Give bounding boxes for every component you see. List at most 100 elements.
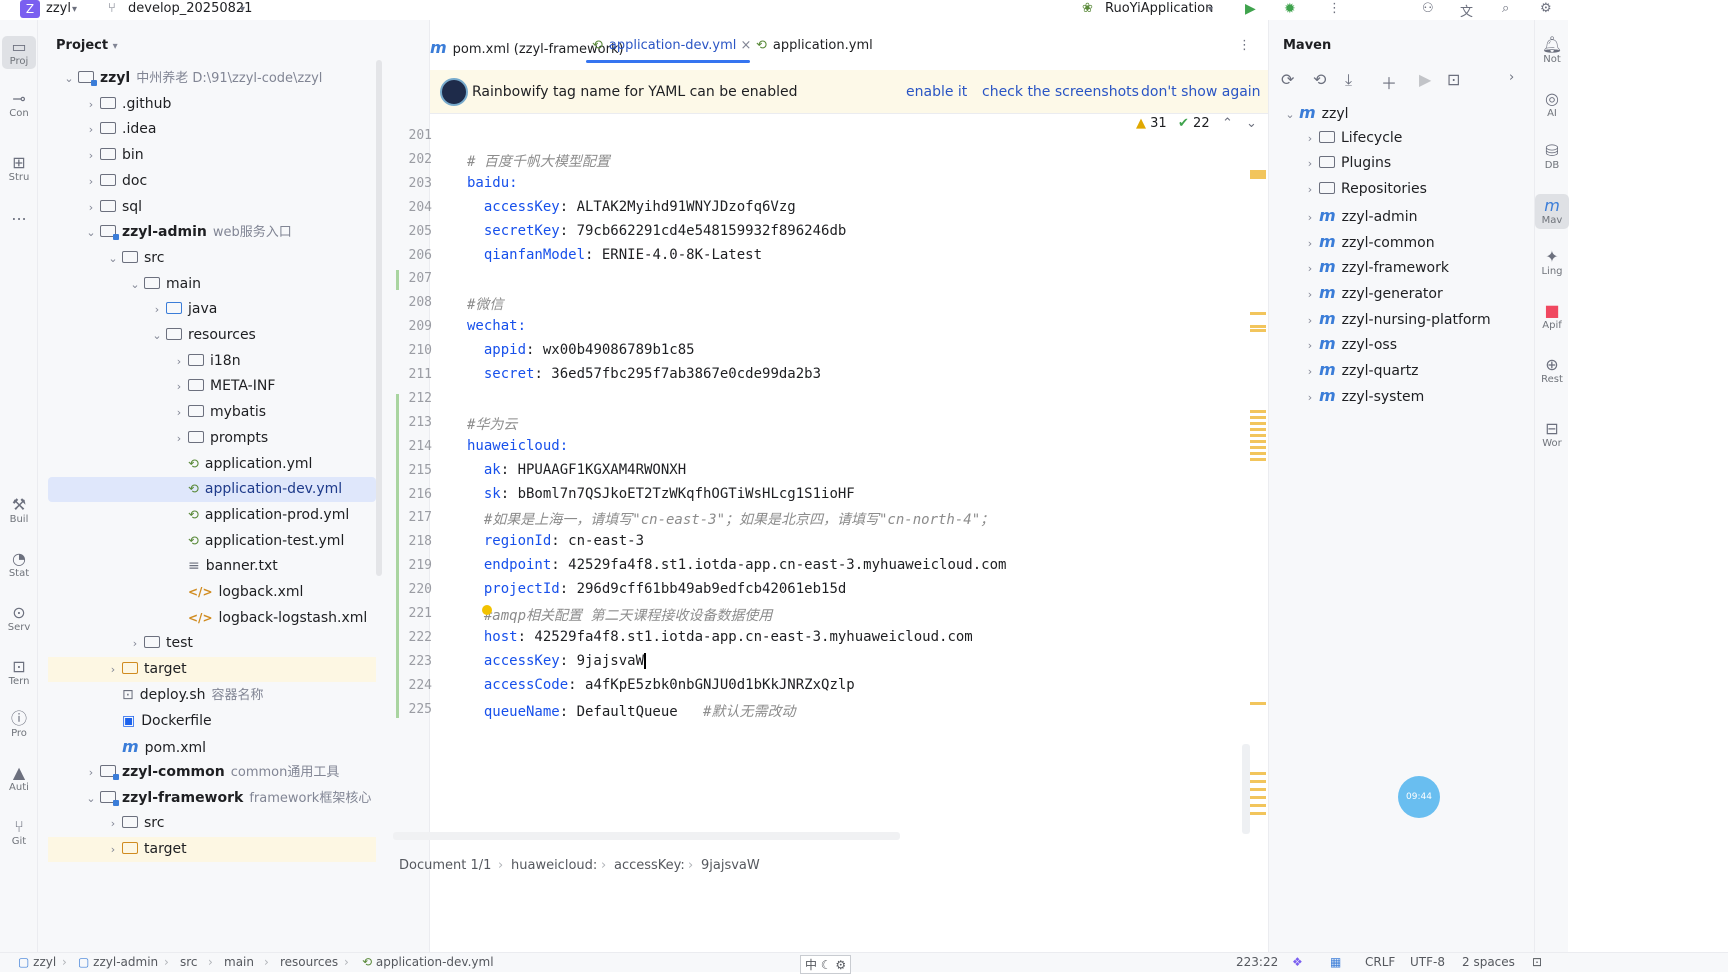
maven-tree-item[interactable]: › m zzyl-generator bbox=[1281, 280, 1443, 305]
indent-setting[interactable]: 2 spaces bbox=[1462, 955, 1515, 969]
chevron-right-icon[interactable]: › bbox=[104, 657, 122, 682]
tree-item[interactable]: ⌄ src bbox=[48, 246, 376, 271]
maven-tree-item[interactable]: ⌄ m zzyl bbox=[1281, 100, 1348, 127]
chevron-right-icon[interactable]: › bbox=[1301, 177, 1319, 202]
run-icon[interactable]: ▶ bbox=[1245, 1, 1256, 17]
ok-count[interactable]: ✔ 22 bbox=[1178, 116, 1210, 131]
scrollbar[interactable] bbox=[376, 60, 382, 576]
generate-sources-icon[interactable]: ⟲ bbox=[1313, 70, 1326, 89]
code-line[interactable]: #如果是上海一，请填写"cn-east-3"；如果是北京四，请填写"cn-nor… bbox=[467, 509, 994, 529]
chevron-down-icon[interactable]: ⌄ bbox=[1246, 116, 1257, 131]
tree-item[interactable]: › bin bbox=[48, 143, 376, 168]
warnings-count[interactable]: ▲ 31 bbox=[1136, 116, 1167, 131]
gear-icon[interactable]: ⚙ bbox=[1540, 1, 1552, 16]
project-name[interactable]: zzyl bbox=[46, 1, 71, 16]
code-line[interactable]: appid: wx00b49086789b1c85 bbox=[467, 342, 695, 358]
chevron-right-icon[interactable]: › bbox=[82, 760, 100, 785]
tree-item[interactable]: ⟲ application-prod.yml bbox=[48, 503, 376, 528]
status-path-4[interactable]: resources bbox=[280, 955, 338, 969]
tree-item[interactable]: › mybatis bbox=[48, 400, 376, 425]
chevron-down-icon[interactable]: ▾ bbox=[1208, 4, 1213, 15]
chevron-down-icon[interactable]: ⌄ bbox=[82, 220, 100, 245]
tree-item[interactable]: › .github bbox=[48, 92, 376, 117]
chevron-down-icon[interactable]: ▾ bbox=[72, 4, 77, 15]
chevron-down-icon[interactable]: ⌄ bbox=[1281, 102, 1299, 127]
tool-commit[interactable]: ⊸ Con bbox=[2, 90, 36, 120]
code-line[interactable]: secret: 36ed57fbc295f7ab3867e0cde99da2b3 bbox=[467, 366, 821, 382]
chevron-right-icon[interactable]: › bbox=[1301, 359, 1319, 384]
chevron-right-icon[interactable]: › bbox=[104, 811, 122, 836]
caret-position[interactable]: 223:22 bbox=[1236, 955, 1278, 969]
chevron-right-icon[interactable]: › bbox=[1509, 70, 1514, 85]
tool-services[interactable]: ⊙ Serv bbox=[2, 604, 36, 634]
tab-application-yml[interactable]: ⟲ application.yml bbox=[756, 38, 873, 53]
project-badge[interactable]: Z bbox=[20, 0, 40, 18]
debug-icon[interactable]: ✹ bbox=[1284, 1, 1296, 17]
code-line[interactable]: sk: bBoml7n7QSJkoET2TzWKqfhOGTiWsHLcg1S1… bbox=[467, 486, 855, 502]
breadcrumb-accesskey[interactable]: accessKey: bbox=[614, 858, 685, 873]
run-config[interactable]: RuoYiApplication bbox=[1105, 1, 1213, 16]
tool-git[interactable]: ⑂ Git bbox=[2, 818, 36, 848]
tree-item[interactable]: › META-INF bbox=[48, 374, 376, 399]
maven-tree-item[interactable]: › Repositories bbox=[1281, 177, 1427, 202]
tree-item[interactable]: › target bbox=[48, 837, 376, 862]
chevron-up-icon[interactable]: ⌃ bbox=[1222, 116, 1233, 131]
tree-item[interactable]: ⌄ zzyl 中州养老 D:\91\zzyl-code\zzyl bbox=[48, 66, 376, 91]
download-icon[interactable]: ⤓ bbox=[1345, 70, 1352, 90]
horizontal-scrollbar[interactable] bbox=[393, 832, 900, 840]
code-line[interactable]: regionId: cn-east-3 bbox=[467, 533, 644, 549]
chevron-right-icon[interactable]: › bbox=[126, 631, 144, 656]
chevron-right-icon[interactable]: › bbox=[104, 837, 122, 862]
chevron-right-icon[interactable]: › bbox=[1301, 282, 1319, 307]
maven-tree-item[interactable]: › m zzyl-common bbox=[1281, 229, 1435, 254]
chevron-right-icon[interactable]: › bbox=[148, 297, 166, 322]
search-icon[interactable]: ⌕ bbox=[1502, 1, 1509, 16]
status-path-2[interactable]: src bbox=[180, 955, 198, 969]
tree-item[interactable]: ⌄ zzyl-framework framework框架核心 bbox=[48, 786, 376, 811]
tree-item[interactable]: › zzyl-common common通用工具 bbox=[48, 760, 376, 785]
code-line[interactable]: projectId: 296d9cff61bb49ab9edfcb42061eb… bbox=[467, 581, 846, 597]
tool-rest[interactable]: ⊕ Rest bbox=[1535, 356, 1569, 386]
chevron-right-icon[interactable]: › bbox=[170, 349, 188, 374]
tool-auto[interactable]: ▲ Auti bbox=[2, 764, 36, 794]
check-screenshots-link[interactable]: check the screenshots bbox=[982, 84, 1139, 100]
tree-item[interactable]: ⟲ application-test.yml bbox=[48, 529, 376, 554]
tab-application-dev-yml[interactable]: ⟲ application-dev.yml × bbox=[592, 38, 751, 53]
tree-item[interactable]: ▣ Dockerfile bbox=[48, 709, 376, 734]
tree-item[interactable]: ⌄ zzyl-admin web服务入口 bbox=[48, 220, 376, 245]
line-separator[interactable]: CRLF bbox=[1365, 955, 1395, 969]
status-path-1[interactable]: ▢ zzyl-admin bbox=[78, 955, 158, 969]
ime-toolbar[interactable]: 中 ☾ ⚙ bbox=[800, 955, 852, 974]
close-icon[interactable]: × bbox=[740, 38, 751, 53]
bulb-icon[interactable] bbox=[482, 605, 492, 615]
copilot-icon[interactable]: ❖ bbox=[1292, 955, 1303, 969]
translate-icon[interactable]: 文 bbox=[1460, 1, 1473, 20]
maven-tree-item[interactable]: › Lifecycle bbox=[1281, 126, 1403, 151]
code-line[interactable]: endpoint: 42529fa4f8.st1.iotda-app.cn-ea… bbox=[467, 557, 1007, 573]
code-line[interactable]: qianfanModel: ERNIE-4.0-8K-Latest bbox=[467, 247, 762, 263]
chevron-right-icon[interactable]: › bbox=[82, 143, 100, 168]
code-line[interactable]: accessCode: a4fKpE5zbk0nbGNJU0d1bKkJNRZx… bbox=[467, 677, 855, 693]
code-line[interactable]: accessKey: ALTAK2Myihd91WNYJDzofq6Vzg bbox=[467, 199, 796, 215]
branch-name[interactable]: develop_20250821 bbox=[128, 1, 252, 16]
tree-item[interactable]: ⌄ main bbox=[48, 272, 376, 297]
chevron-down-icon[interactable]: ⌄ bbox=[148, 323, 166, 348]
tree-item[interactable]: ≡ banner.txt bbox=[48, 554, 376, 579]
tree-item[interactable]: ⌄ resources bbox=[48, 323, 376, 348]
tool-build[interactable]: ⚒ Buil bbox=[2, 496, 36, 526]
tree-item[interactable]: › prompts bbox=[48, 426, 376, 451]
more-icon[interactable]: ⋮ bbox=[1238, 38, 1251, 53]
tool-statistic[interactable]: ◔ Stat bbox=[2, 550, 36, 580]
more-icon[interactable]: ⋮ bbox=[1328, 1, 1341, 16]
execute-goal-icon[interactable]: ⊡ bbox=[1447, 70, 1460, 89]
status-path-5[interactable]: ⟲ application-dev.yml bbox=[362, 955, 494, 969]
code-line[interactable]: #amqp相关配置 第二天课程接收设备数据使用 bbox=[467, 605, 773, 625]
tree-item[interactable]: ⊡ deploy.sh 容器名称 bbox=[48, 683, 376, 708]
dont-show-again-link[interactable]: don't show again bbox=[1141, 84, 1261, 100]
code-line[interactable]: huaweicloud: bbox=[467, 438, 568, 454]
tool-ai[interactable]: ◎ AI bbox=[1535, 90, 1569, 120]
run-icon[interactable]: ▶ bbox=[1419, 70, 1431, 89]
tool-terminal[interactable]: ⊡ Tern bbox=[2, 658, 36, 688]
chevron-down-icon[interactable]: ⌄ bbox=[60, 66, 78, 91]
tool-apifox[interactable]: ■ Apif bbox=[1535, 302, 1569, 332]
